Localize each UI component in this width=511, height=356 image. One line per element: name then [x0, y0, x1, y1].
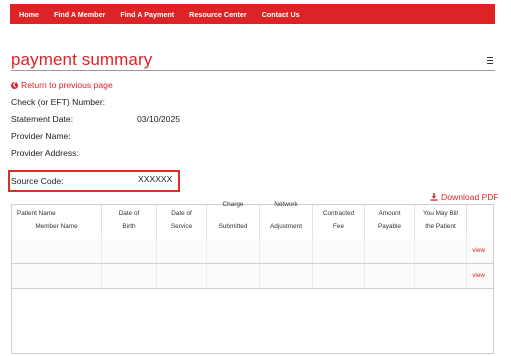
statement-date-label: Statement Date: [11, 114, 74, 124]
download-pdf-label: Download PDF [441, 192, 499, 202]
top-nav-bar: Home Find A Member Find A Payment Resour… [10, 4, 495, 24]
table-header: Patient Name Member Name Date of Birth D… [12, 201, 493, 240]
check-number-label: Check (or EFT) Number: [11, 97, 106, 107]
col-charge-submitted: Charge Submitted [207, 201, 260, 239]
download-icon [430, 193, 438, 201]
provider-name-label: Provider Name: [11, 131, 71, 141]
table-row: view [12, 264, 493, 289]
view-link[interactable]: view [472, 247, 485, 254]
statement-date-value: 03/10/2025 [137, 114, 181, 124]
nav-find-a-member[interactable]: Find A Member [54, 10, 105, 19]
col-date-of-service: Date of Service [157, 205, 207, 239]
nav-home[interactable]: Home [19, 10, 39, 19]
table-row: view [12, 239, 493, 264]
provider-address-label: Provider Address: [11, 148, 79, 158]
source-code-label: Source Code: [11, 176, 64, 186]
return-link-label: Return to previous page [21, 80, 113, 90]
payment-table: Patient Name Member Name Date of Birth D… [11, 201, 494, 354]
view-link[interactable]: view [472, 272, 485, 279]
title-divider [11, 70, 495, 71]
circle-arrow-left-icon: ❮ [11, 81, 18, 89]
col-date-of-birth: Date of Birth [102, 205, 157, 239]
col-contracted-fee: Contracted Fee [313, 205, 365, 239]
source-code-value: XXXXXX [138, 174, 173, 184]
nav-find-a-payment[interactable]: Find A Payment [120, 10, 174, 19]
col-patient-member-name: Patient Name Member Name [12, 205, 102, 239]
col-amount-payable: Amount Payable [365, 205, 415, 239]
nav-resource-center[interactable]: Resource Center [189, 10, 247, 19]
col-network-adjustment: Network Adjustment [260, 201, 313, 239]
return-to-previous-page-link[interactable]: ❮ Return to previous page [11, 80, 113, 90]
nav-contact-us[interactable]: Contact Us [262, 10, 300, 19]
hamburger-menu-icon[interactable] [487, 57, 493, 64]
col-you-may-bill-patient: You May Bill the Patient [415, 205, 467, 239]
download-pdf-link[interactable]: Download PDF [430, 192, 499, 202]
col-actions [467, 205, 493, 239]
page-title: payment summary [11, 50, 153, 69]
